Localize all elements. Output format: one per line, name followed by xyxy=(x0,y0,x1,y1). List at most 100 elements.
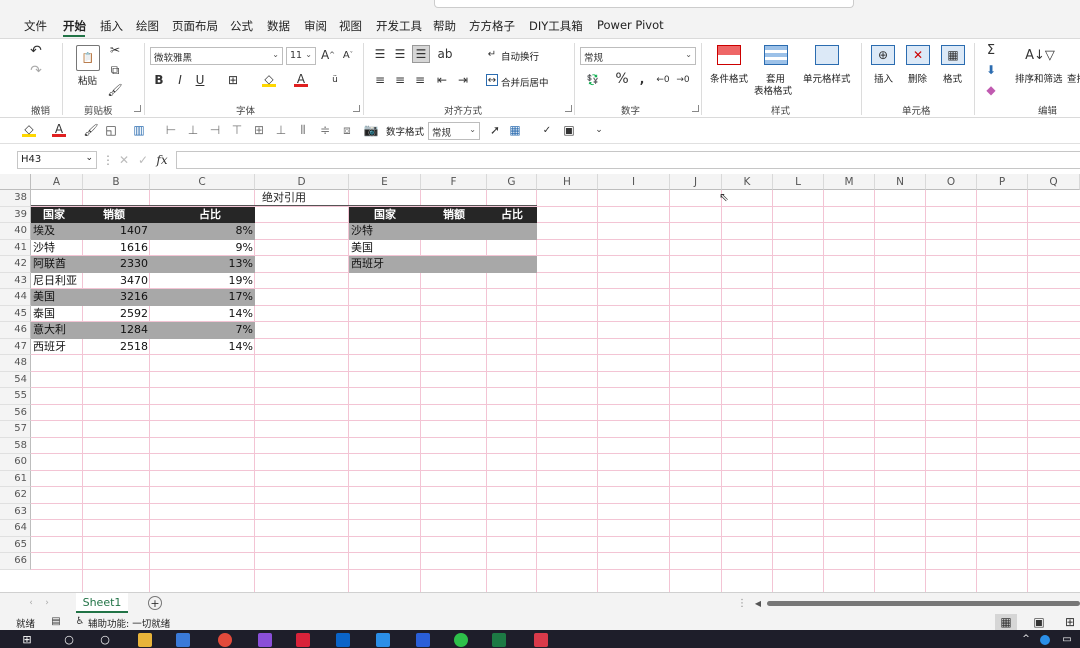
table1-sales-cell[interactable]: 3470 xyxy=(83,273,150,290)
row-header-65[interactable]: 65 xyxy=(0,536,31,553)
name-box[interactable]: H43 ⌄ xyxy=(17,151,97,169)
search-icon[interactable]: ○ xyxy=(62,632,76,646)
format-painter-icon[interactable]: 🖌 xyxy=(83,123,98,137)
fill-color-icon[interactable]: ◇ xyxy=(22,122,36,137)
sort-filter-button[interactable]: 排序和筛选 xyxy=(1015,71,1063,85)
row-header-64[interactable]: 64 xyxy=(0,520,31,537)
menu-draw[interactable]: 绘图 xyxy=(136,18,159,34)
column-header-i[interactable]: I xyxy=(598,174,670,190)
table-icon[interactable]: ▦ xyxy=(508,123,522,137)
find-button[interactable]: 查找 xyxy=(1067,71,1080,85)
camera-icon[interactable]: 📷 xyxy=(364,123,379,137)
horizontal-scrollbar[interactable] xyxy=(767,601,1080,606)
insert-cells-icon[interactable]: ⊕ xyxy=(871,45,895,65)
app-icon[interactable] xyxy=(416,633,430,647)
wrap-text-icon[interactable]: ↵ xyxy=(486,48,498,60)
table1-country-cell[interactable]: 西班牙 xyxy=(31,339,83,356)
table1-country-cell[interactable]: 尼日利亚 xyxy=(31,273,83,290)
normal-view-icon[interactable]: ▦ xyxy=(995,614,1017,630)
network-icon[interactable]: ▭ xyxy=(1060,632,1074,646)
increase-indent-icon[interactable]: ⇥ xyxy=(456,73,470,87)
spellcheck-icon[interactable]: ✓ xyxy=(540,123,554,137)
table1-sales-cell[interactable]: 2592 xyxy=(83,306,150,323)
table1-header-cell[interactable]: 占比 xyxy=(150,206,255,223)
row-header-63[interactable]: 63 xyxy=(0,503,31,520)
add-sheet-icon[interactable]: + xyxy=(148,596,162,610)
table1-country-cell[interactable]: 美国 xyxy=(31,289,83,306)
cut-icon[interactable]: ✂ xyxy=(108,43,122,57)
cell-style-icon[interactable] xyxy=(815,45,839,65)
row-header-56[interactable]: 56 xyxy=(0,404,31,421)
cancel-icon[interactable]: ✕ xyxy=(117,153,131,167)
row-header-42[interactable]: 42 xyxy=(0,256,31,273)
column-header-m[interactable]: M xyxy=(824,174,875,190)
decrease-font-icon[interactable]: Aˇ xyxy=(340,47,356,63)
align-middle-objects-icon[interactable]: ⊞ xyxy=(252,123,266,137)
clear-icon[interactable]: ◆ xyxy=(984,83,998,97)
tab-splitter-icon[interactable]: ⋮ xyxy=(736,597,748,609)
phonetic-icon[interactable]: ü xyxy=(328,73,342,87)
redo-icon[interactable]: ↷ xyxy=(28,63,44,79)
row-header-58[interactable]: 58 xyxy=(0,437,31,454)
row-header-55[interactable]: 55 xyxy=(0,388,31,405)
windows-start-icon[interactable]: ⊞ xyxy=(20,632,34,646)
table-format-button-line2[interactable]: 表格格式 xyxy=(754,83,792,97)
column-header-j[interactable]: J xyxy=(670,174,722,190)
font-launcher-icon[interactable] xyxy=(353,105,360,112)
wechat-icon[interactable] xyxy=(454,633,468,647)
table1-share-cell[interactable]: 17% xyxy=(150,289,255,306)
print-preview-icon[interactable]: ▣ xyxy=(562,123,576,137)
column-header-h[interactable]: H xyxy=(537,174,598,190)
menu-page-layout[interactable]: 页面布局 xyxy=(172,18,218,34)
onenote-icon[interactable] xyxy=(258,633,272,647)
align-top-objects-icon[interactable]: ⊤ xyxy=(230,123,244,137)
paste-icon[interactable]: 📋 xyxy=(76,45,100,71)
row-header-46[interactable]: 46 xyxy=(0,322,31,339)
table1-share-cell[interactable]: 19% xyxy=(150,273,255,290)
column-header-c[interactable]: C xyxy=(150,174,255,190)
cursor-icon[interactable]: ➚ xyxy=(488,123,502,137)
outlook-icon[interactable] xyxy=(336,633,350,647)
table1-share-cell[interactable]: 13% xyxy=(150,256,255,273)
app-icon[interactable] xyxy=(534,633,548,647)
table1-sales-cell[interactable]: 2330 xyxy=(83,256,150,273)
menu-developer[interactable]: 开发工具 xyxy=(376,18,422,34)
align-right-icon[interactable]: ≡ xyxy=(413,73,427,87)
cortana-icon[interactable]: ○ xyxy=(98,632,112,646)
tray-chevron-icon[interactable]: ^ xyxy=(1020,632,1032,646)
menu-formulas[interactable]: 公式 xyxy=(230,18,253,34)
table1-sales-cell[interactable]: 1407 xyxy=(83,223,150,240)
column-header-b[interactable]: B xyxy=(83,174,150,190)
align-left-icon[interactable]: ≡ xyxy=(373,73,387,87)
shape-icon[interactable]: ◱ xyxy=(104,123,118,137)
cell-style-button[interactable]: 单元格样式 xyxy=(803,71,851,85)
row-header-43[interactable]: 43 xyxy=(0,272,31,289)
align-middle-icon[interactable]: ☰ xyxy=(393,47,407,61)
align-bottom-icon[interactable]: ☰ xyxy=(412,45,430,63)
alignment-launcher-icon[interactable] xyxy=(565,105,572,112)
table2-share-cell[interactable] xyxy=(487,223,537,240)
table2-sales-cell[interactable] xyxy=(421,240,487,257)
currency-icon[interactable]: 💱 xyxy=(584,73,602,87)
menu-power-pivot[interactable]: Power Pivot xyxy=(597,18,664,32)
table2-sales-cell[interactable] xyxy=(421,256,487,273)
chart-icon[interactable]: ▥ xyxy=(132,123,146,137)
clipboard-launcher-icon[interactable] xyxy=(134,105,141,112)
border-icon[interactable]: ⊞ xyxy=(226,73,240,87)
distribute-v-icon[interactable]: ≑ xyxy=(318,123,332,137)
row-header-45[interactable]: 45 xyxy=(0,305,31,322)
row-header-61[interactable]: 61 xyxy=(0,470,31,487)
row-header-41[interactable]: 41 xyxy=(0,239,31,256)
menu-insert[interactable]: 插入 xyxy=(100,18,123,34)
fill-icon[interactable]: ⬇ xyxy=(984,63,998,77)
table1-sales-cell[interactable]: 1616 xyxy=(83,240,150,257)
table1-share-cell[interactable]: 9% xyxy=(150,240,255,257)
table2-country-cell[interactable]: 西班牙 xyxy=(349,256,421,273)
number-launcher-icon[interactable] xyxy=(692,105,699,112)
copy-icon[interactable]: ⧉ xyxy=(108,63,122,77)
row-header-40[interactable]: 40 xyxy=(0,223,31,240)
accessibility-icon[interactable]: ♿ xyxy=(74,615,86,627)
column-header-q[interactable]: Q xyxy=(1028,174,1080,190)
chrome-icon[interactable] xyxy=(218,633,232,647)
comma-style-icon[interactable]: , xyxy=(636,71,648,87)
